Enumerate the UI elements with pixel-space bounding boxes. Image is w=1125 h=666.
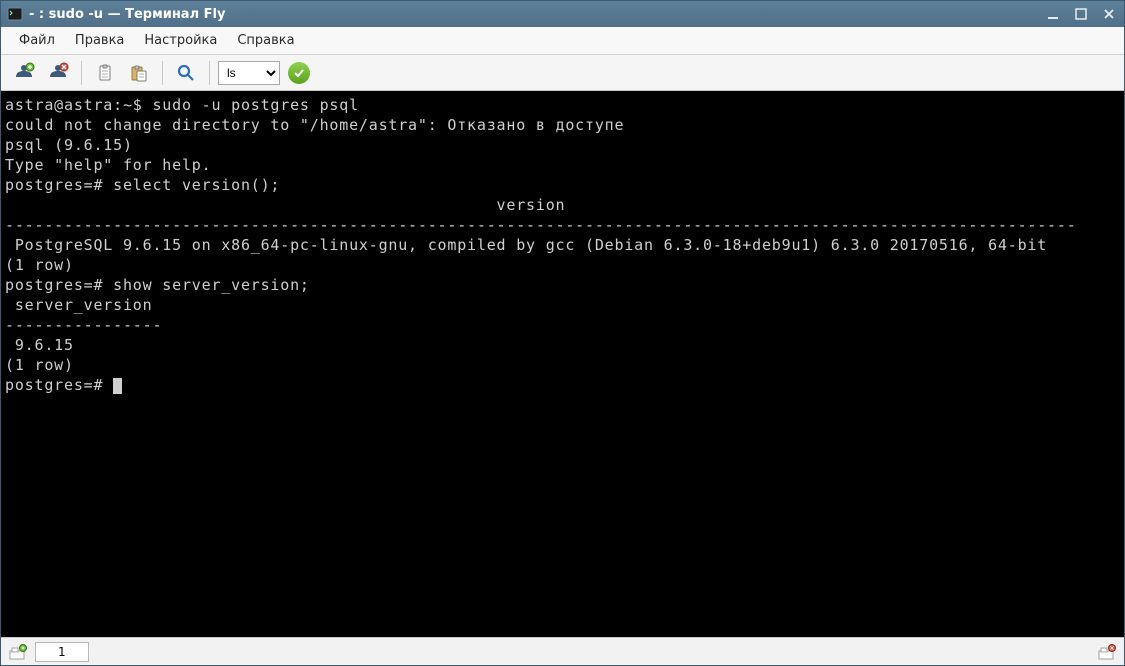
terminal-line: PostgreSQL 9.6.15 on x86_64-pc-linux-gnu… [5,235,1120,255]
terminal-line: postgres=# select version(); [5,175,1120,195]
terminal-icon [7,6,23,22]
copy-button[interactable] [90,59,120,87]
window: - : sudo -u — Терминал Fly Файл Правка Н… [0,0,1125,666]
terminal-line: postgres=# show server_version; [5,275,1120,295]
titlebar: - : sudo -u — Терминал Fly [1,1,1124,27]
terminal-line: 9.6.15 [5,335,1120,355]
toolbar: ls [1,55,1124,91]
terminal-line: version [5,195,1120,215]
terminal-output[interactable]: astra@astra:~$ sudo -u postgres psqlcoul… [5,95,1120,633]
menu-help[interactable]: Справка [227,29,304,52]
menubar: Файл Правка Настройка Справка [1,27,1124,55]
terminal-line: (1 row) [5,355,1120,375]
toolbar-separator [209,61,210,85]
tab-1[interactable]: 1 [35,642,89,662]
apply-button[interactable] [288,62,310,84]
menu-settings[interactable]: Настройка [134,29,227,52]
minimize-button[interactable] [1044,5,1062,23]
search-button[interactable] [171,59,201,87]
terminal-line: could not change directory to "/home/ast… [5,115,1120,135]
terminal-line: ----------------------------------------… [5,215,1120,235]
toolbar-separator [81,61,82,85]
menu-file[interactable]: Файл [9,29,65,52]
terminal-line: Type "help" for help. [5,155,1120,175]
close-session-button[interactable] [43,59,73,87]
toolbar-separator [162,61,163,85]
cursor [113,378,122,394]
terminal-line: (1 row) [5,255,1120,275]
terminal-line: psql (9.6.15) [5,135,1120,155]
terminal-area[interactable]: astra@astra:~$ sudo -u postgres psqlcoul… [1,91,1124,637]
terminal-line: ---------------- [5,315,1120,335]
close-button[interactable] [1100,5,1118,23]
window-controls [1044,5,1118,23]
new-session-button[interactable] [9,59,39,87]
maximize-button[interactable] [1072,5,1090,23]
terminal-line: astra@astra:~$ sudo -u postgres psql [5,95,1120,115]
close-tab-button[interactable] [1096,642,1118,662]
window-title: - : sudo -u — Терминал Fly [29,7,225,22]
paste-button[interactable] [124,59,154,87]
new-tab-button[interactable] [7,642,29,662]
menu-edit[interactable]: Правка [65,29,134,52]
terminal-line: server_version [5,295,1120,315]
statusbar: 1 [1,637,1124,665]
font-select[interactable]: ls [218,61,280,85]
terminal-line: postgres=# [5,375,1120,395]
